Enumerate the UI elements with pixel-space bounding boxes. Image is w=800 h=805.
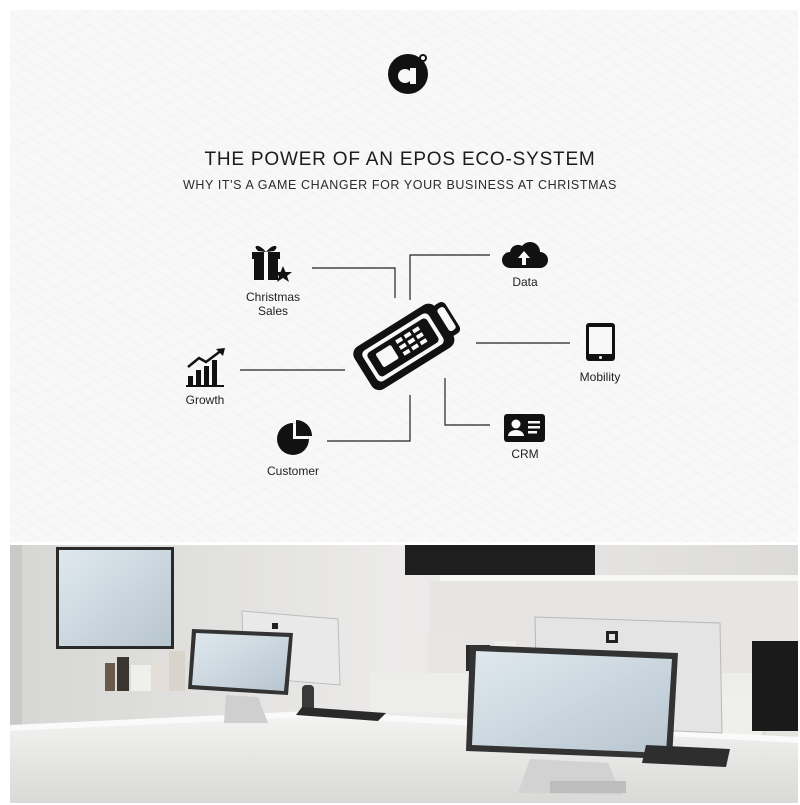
growth-chart-icon — [186, 348, 225, 387]
label-growth: Growth — [185, 393, 225, 407]
connector-crm — [444, 378, 490, 426]
connector-christmas-sales — [312, 267, 396, 298]
label-mobility: Mobility — [579, 370, 621, 384]
pos-terminals-illustration — [10, 545, 798, 803]
label-christmas-sales: Christmas Sales — [245, 290, 300, 318]
label-customer: Customer — [266, 464, 319, 478]
ecosystem-diagram — [186, 242, 615, 455]
store-counter-photo — [10, 545, 798, 803]
pie-chart-icon — [277, 420, 312, 455]
label-crm: CRM — [511, 447, 539, 461]
gift-star-icon — [252, 245, 292, 282]
connector-data — [409, 254, 490, 300]
tablet-icon — [586, 323, 615, 361]
card-terminal-icon — [353, 301, 461, 391]
connector-customer — [327, 395, 411, 442]
cloud-upload-icon — [502, 242, 548, 268]
label-data: Data — [512, 275, 538, 289]
contact-card-icon — [504, 414, 545, 442]
